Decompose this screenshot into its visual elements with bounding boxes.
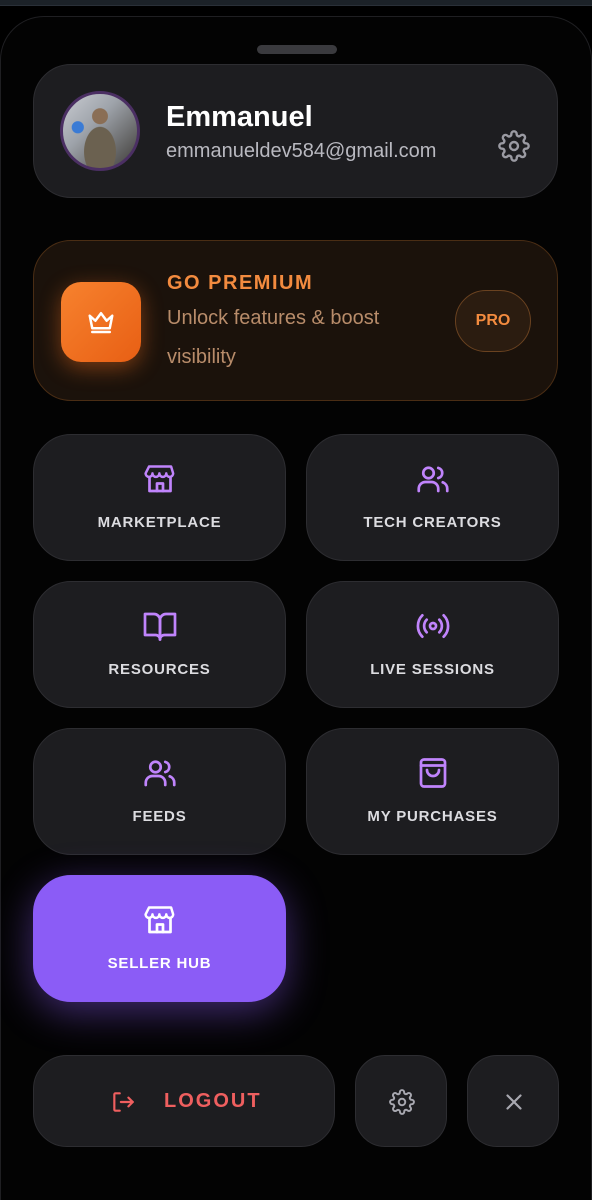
store-icon xyxy=(144,906,175,934)
menu-item-seller-hub[interactable]: SELLER HUB xyxy=(33,875,286,1002)
go-premium-card[interactable]: GO PREMIUM Unlock features & boost visib… xyxy=(33,240,558,401)
logout-label: LOGOUT xyxy=(164,1090,262,1112)
logout-icon xyxy=(113,1092,134,1112)
menu-label: RESOURCES xyxy=(108,661,211,678)
logout-button[interactable]: LOGOUT xyxy=(33,1055,335,1147)
premium-title: GO PREMIUM xyxy=(167,272,314,294)
gear-icon xyxy=(389,1089,415,1115)
premium-description: Unlock features & boost visibility xyxy=(167,307,380,368)
menu-label: FEEDS xyxy=(132,808,187,825)
menu-item-marketplace[interactable]: MARKETPLACE xyxy=(33,434,286,561)
crown-badge xyxy=(61,282,141,362)
book-icon xyxy=(143,612,177,641)
menu-item-my-purchases[interactable]: MY PURCHASES xyxy=(306,728,559,855)
settings-button[interactable] xyxy=(355,1055,447,1147)
avatar[interactable] xyxy=(60,91,140,171)
menu-item-tech-creators[interactable]: TECH CREATORS xyxy=(306,434,559,561)
menu-item-resources[interactable]: RESOURCES xyxy=(33,581,286,708)
drag-handle[interactable] xyxy=(257,45,337,54)
settings-gear-icon[interactable] xyxy=(498,130,530,162)
menu-label: TECH CREATORS xyxy=(363,514,502,531)
crown-icon xyxy=(88,312,114,334)
menu-label: SELLER HUB xyxy=(107,955,212,972)
broadcast-icon xyxy=(416,614,450,638)
close-button[interactable] xyxy=(467,1055,559,1147)
shopping-bag-icon xyxy=(419,758,447,788)
menu-label: LIVE SESSIONS xyxy=(370,661,495,678)
menu-label: MARKETPLACE xyxy=(97,514,222,531)
menu-label: MY PURCHASES xyxy=(367,808,498,825)
menu-item-live-sessions[interactable]: LIVE SESSIONS xyxy=(306,581,559,708)
close-icon xyxy=(506,1094,522,1110)
profile-card[interactable]: Emmanuel emmanueldev584@gmail.com xyxy=(33,64,558,198)
status-bar-edge xyxy=(0,0,592,6)
store-icon xyxy=(144,465,175,493)
menu-item-feeds[interactable]: FEEDS xyxy=(33,728,286,855)
users-icon xyxy=(144,760,176,787)
profile-name: Emmanuel xyxy=(166,101,313,133)
users-icon xyxy=(417,466,449,493)
pro-badge[interactable]: PRO xyxy=(455,290,531,352)
profile-email: emmanueldev584@gmail.com xyxy=(166,140,437,162)
